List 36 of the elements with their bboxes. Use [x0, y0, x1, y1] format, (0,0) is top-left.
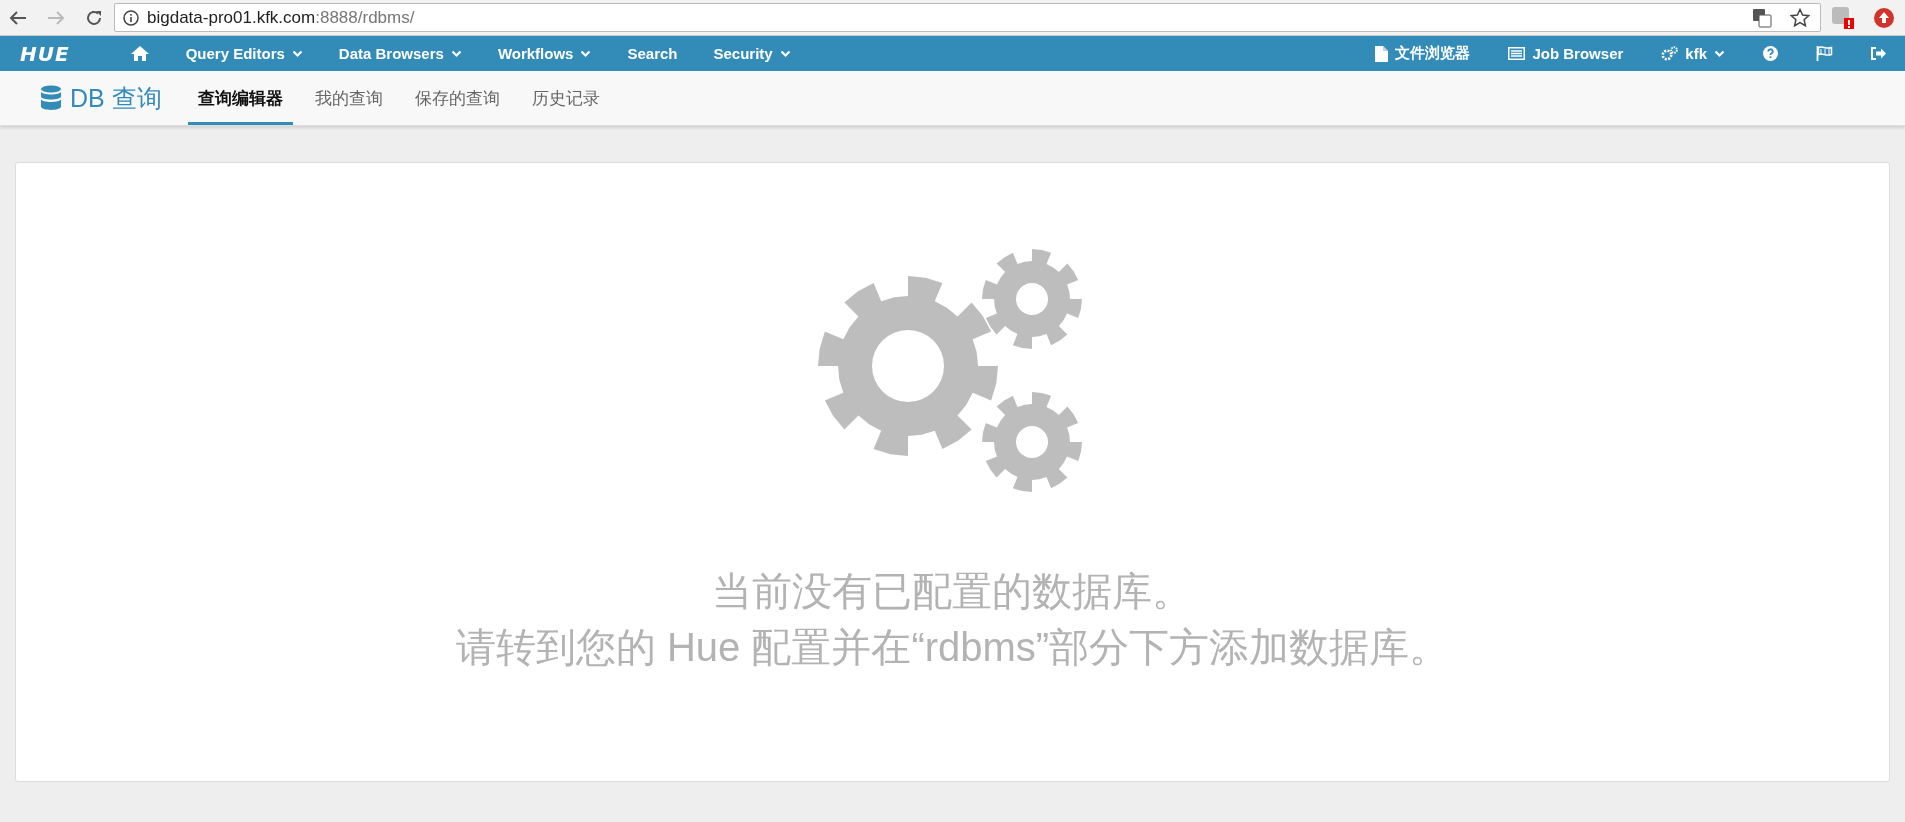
gears-icon	[1661, 46, 1679, 61]
empty-message: 请转到您的 Hue 配置并在“rdbms”部分下方添加数据库。	[455, 624, 1450, 671]
help-icon	[1763, 46, 1778, 61]
nav-dropdown[interactable]: Data Browsers	[320, 36, 480, 71]
back-icon[interactable]	[9, 9, 27, 26]
nav-link[interactable]: Search	[609, 36, 696, 71]
app-title: DB 查询	[70, 82, 162, 114]
hue-logo[interactable]: HUE	[20, 41, 70, 66]
empty-message: 当前没有已配置的数据库。	[712, 568, 1193, 615]
list-icon	[1508, 47, 1526, 60]
caret-icon	[580, 49, 592, 58]
caret-icon	[779, 49, 791, 58]
flag-icon	[1816, 46, 1833, 61]
caret-icon	[1714, 49, 1725, 58]
logout-icon	[1871, 47, 1886, 60]
caret-icon	[291, 49, 303, 58]
reload-icon[interactable]	[85, 8, 103, 27]
address-bar[interactable]: bigdata-pro01.kfk.com:8888/rdbms/	[114, 3, 1821, 32]
tab[interactable]: 查询编辑器	[187, 71, 293, 125]
star-icon[interactable]	[1790, 7, 1810, 28]
extension-icon[interactable]	[1831, 5, 1855, 30]
database-icon	[40, 85, 62, 111]
nav-dropdown[interactable]: Workflows	[479, 36, 610, 71]
home-icon	[129, 45, 150, 62]
nav-dropdown[interactable]: Security	[695, 36, 809, 71]
tab[interactable]: 历史记录	[521, 71, 610, 125]
nav-dropdown[interactable]: Query Editors	[167, 36, 321, 71]
nav-link[interactable]: 文件浏览器	[1356, 36, 1490, 71]
nav-dropdown[interactable]: kfk	[1642, 36, 1744, 71]
info-icon	[123, 9, 139, 26]
tab[interactable]: 保存的查询	[404, 71, 510, 125]
caret-icon	[450, 49, 462, 58]
upload-icon[interactable]	[1873, 6, 1895, 29]
nav-link[interactable]: Job Browser	[1489, 36, 1643, 71]
document-icon	[1375, 45, 1389, 62]
tab[interactable]: 我的查询	[304, 71, 393, 125]
